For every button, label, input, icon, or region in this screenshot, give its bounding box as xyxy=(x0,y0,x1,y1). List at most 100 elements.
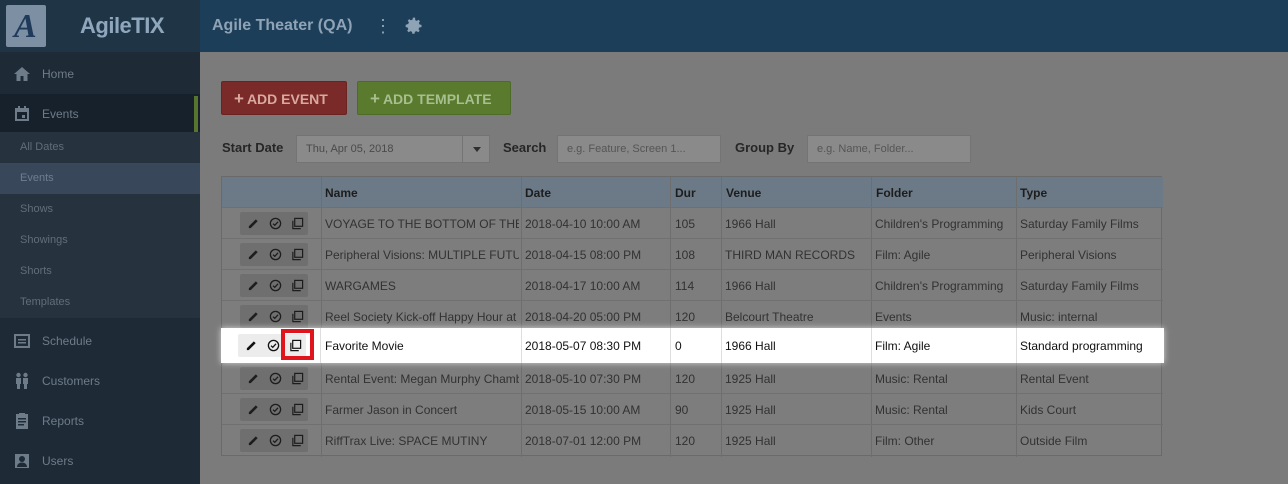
calendar-icon xyxy=(15,106,29,121)
cell-name: RiffTrax Live: SPACE MUTINY xyxy=(325,434,488,448)
plus-icon: + xyxy=(234,89,244,108)
cell-date: 2018-05-15 10:00 AM xyxy=(525,403,641,417)
plus-icon: + xyxy=(370,89,380,108)
check-circle-icon[interactable] xyxy=(269,434,282,447)
table-row[interactable]: Reel Society Kick-off Happy Hour at 2018-… xyxy=(222,300,1163,331)
sidebar-item-label: Home xyxy=(42,67,75,81)
more-options-icon[interactable]: ⋮ xyxy=(374,14,392,38)
check-circle-icon[interactable] xyxy=(269,372,282,385)
cell-type: Saturday Family Films xyxy=(1020,217,1139,231)
check-circle-icon[interactable] xyxy=(267,339,280,352)
sidebar-subitem-all-dates[interactable]: All Dates xyxy=(0,132,200,163)
start-date-label: Start Date xyxy=(222,140,284,155)
copy-icon[interactable] xyxy=(291,217,304,230)
table-row[interactable]: WARGAMES 2018-04-17 10:00 AM 114 1966 Hall C… xyxy=(222,269,1163,300)
chevron-down-icon[interactable] xyxy=(462,135,490,163)
cell-folder: Music: Rental xyxy=(875,403,948,417)
add-template-label: ADD TEMPLATE xyxy=(382,91,492,107)
sidebar-item-schedule[interactable]: Schedule xyxy=(0,321,200,361)
highlighted-table-row[interactable]: Favorite Movie 2018-05-07 08:30 PM 0 196… xyxy=(221,328,1164,363)
row-actions xyxy=(240,398,308,421)
column-header-name[interactable]: Name xyxy=(325,186,358,200)
logo-letter: A xyxy=(14,8,37,45)
group-by-input[interactable]: e.g. Name, Folder... xyxy=(807,135,971,163)
copy-icon[interactable] xyxy=(291,372,304,385)
row-actions xyxy=(240,274,308,297)
copy-icon[interactable] xyxy=(291,403,304,416)
column-header-type[interactable]: Type xyxy=(1020,186,1047,200)
cell-venue: 1966 Hall xyxy=(725,339,776,353)
sidebar-item-label: Events xyxy=(42,107,79,121)
row-actions xyxy=(240,243,308,266)
sidebar-subitem-label: Showings xyxy=(20,234,68,246)
start-date-field[interactable]: Thu, Apr 05, 2018 xyxy=(296,135,490,163)
pencil-icon[interactable] xyxy=(245,339,258,352)
row-actions xyxy=(240,305,308,328)
home-icon xyxy=(14,67,30,81)
sidebar-subitem-templates[interactable]: Templates xyxy=(0,287,200,318)
sidebar-subitem-label: All Dates xyxy=(20,141,65,153)
copy-icon-highlight-box[interactable] xyxy=(281,329,314,360)
top-bar: A AgileTIX Agile Theater (QA) ⋮ xyxy=(0,0,1288,52)
check-circle-icon[interactable] xyxy=(269,310,282,323)
add-template-button[interactable]: + ADD TEMPLATE xyxy=(357,81,511,115)
table-row[interactable]: Farmer Jason in Concert 2018-05-15 10:00 … xyxy=(222,393,1163,424)
sidebar-subitem-events[interactable]: Events xyxy=(0,163,200,194)
pencil-icon[interactable] xyxy=(247,310,260,323)
pencil-icon[interactable] xyxy=(247,434,260,447)
check-circle-icon[interactable] xyxy=(269,403,282,416)
column-header-date[interactable]: Date xyxy=(525,186,551,200)
cell-venue: 1966 Hall xyxy=(725,279,776,293)
brand-area: A AgileTIX xyxy=(0,0,200,52)
pencil-icon[interactable] xyxy=(247,403,260,416)
add-event-button[interactable]: + ADD EVENT xyxy=(221,81,347,115)
cell-venue: THIRD MAN RECORDS xyxy=(725,248,856,262)
pencil-icon[interactable] xyxy=(247,279,260,292)
gear-icon[interactable] xyxy=(404,15,424,37)
pencil-icon[interactable] xyxy=(247,217,260,230)
check-circle-icon[interactable] xyxy=(269,279,282,292)
cell-date: 2018-05-07 08:30 PM xyxy=(525,339,642,353)
sidebar-item-users[interactable]: Users xyxy=(0,441,200,481)
pencil-icon[interactable] xyxy=(247,372,260,385)
copy-icon[interactable] xyxy=(291,310,304,323)
column-header-folder[interactable]: Folder xyxy=(876,186,913,200)
sidebar-item-reports[interactable]: Reports xyxy=(0,401,200,441)
copy-icon[interactable] xyxy=(291,434,304,447)
sidebar-item-customers[interactable]: Customers xyxy=(0,361,200,401)
cell-type: Saturday Family Films xyxy=(1020,279,1139,293)
sidebar-subitem-showings[interactable]: Showings xyxy=(0,225,200,256)
row-actions xyxy=(240,212,308,235)
copy-icon[interactable] xyxy=(291,248,304,261)
sidebar-subitem-label: Shows xyxy=(20,203,54,215)
search-input[interactable]: e.g. Feature, Screen 1... xyxy=(557,135,721,163)
row-actions xyxy=(240,367,308,390)
group-by-label: Group By xyxy=(735,140,795,155)
cell-name: VOYAGE TO THE BOTTOM OF THE SEA xyxy=(325,217,519,231)
column-header-venue[interactable]: Venue xyxy=(726,186,761,200)
column-divider xyxy=(521,328,522,363)
table-row[interactable]: Rental Event: Megan Murphy Chambers 2018-… xyxy=(222,362,1163,393)
check-circle-icon[interactable] xyxy=(269,217,282,230)
pencil-icon[interactable] xyxy=(247,248,260,261)
table-row[interactable]: Peripheral Visions: MULTIPLE FUTURES 2018… xyxy=(222,238,1163,269)
sidebar-item-events[interactable]: Events xyxy=(0,94,200,134)
agiletix-logo[interactable]: A xyxy=(6,5,46,47)
cell-name: Rental Event: Megan Murphy Chambers xyxy=(325,372,519,386)
column-divider xyxy=(320,328,321,363)
cell-name: Farmer Jason in Concert xyxy=(325,403,458,417)
column-header-dur[interactable]: Dur xyxy=(675,186,696,200)
copy-icon[interactable] xyxy=(291,279,304,292)
schedule-icon xyxy=(14,334,30,348)
organization-name[interactable]: Agile Theater (QA) xyxy=(212,17,352,35)
sidebar-subitem-shows[interactable]: Shows xyxy=(0,194,200,225)
cell-dur: 108 xyxy=(675,248,696,262)
sidebar-subitem-label: Templates xyxy=(20,296,71,308)
sidebar-item-home[interactable]: Home xyxy=(0,54,200,94)
table-row[interactable]: VOYAGE TO THE BOTTOM OF THE SEA 2018-04-1… xyxy=(222,207,1163,238)
table-row[interactable]: RiffTrax Live: SPACE MUTINY 2018-07-01 12… xyxy=(222,424,1163,455)
cell-dur: 120 xyxy=(675,434,696,448)
sidebar-subitem-shorts[interactable]: Shorts xyxy=(0,256,200,287)
cell-folder: Music: Rental xyxy=(875,372,948,386)
check-circle-icon[interactable] xyxy=(269,248,282,261)
